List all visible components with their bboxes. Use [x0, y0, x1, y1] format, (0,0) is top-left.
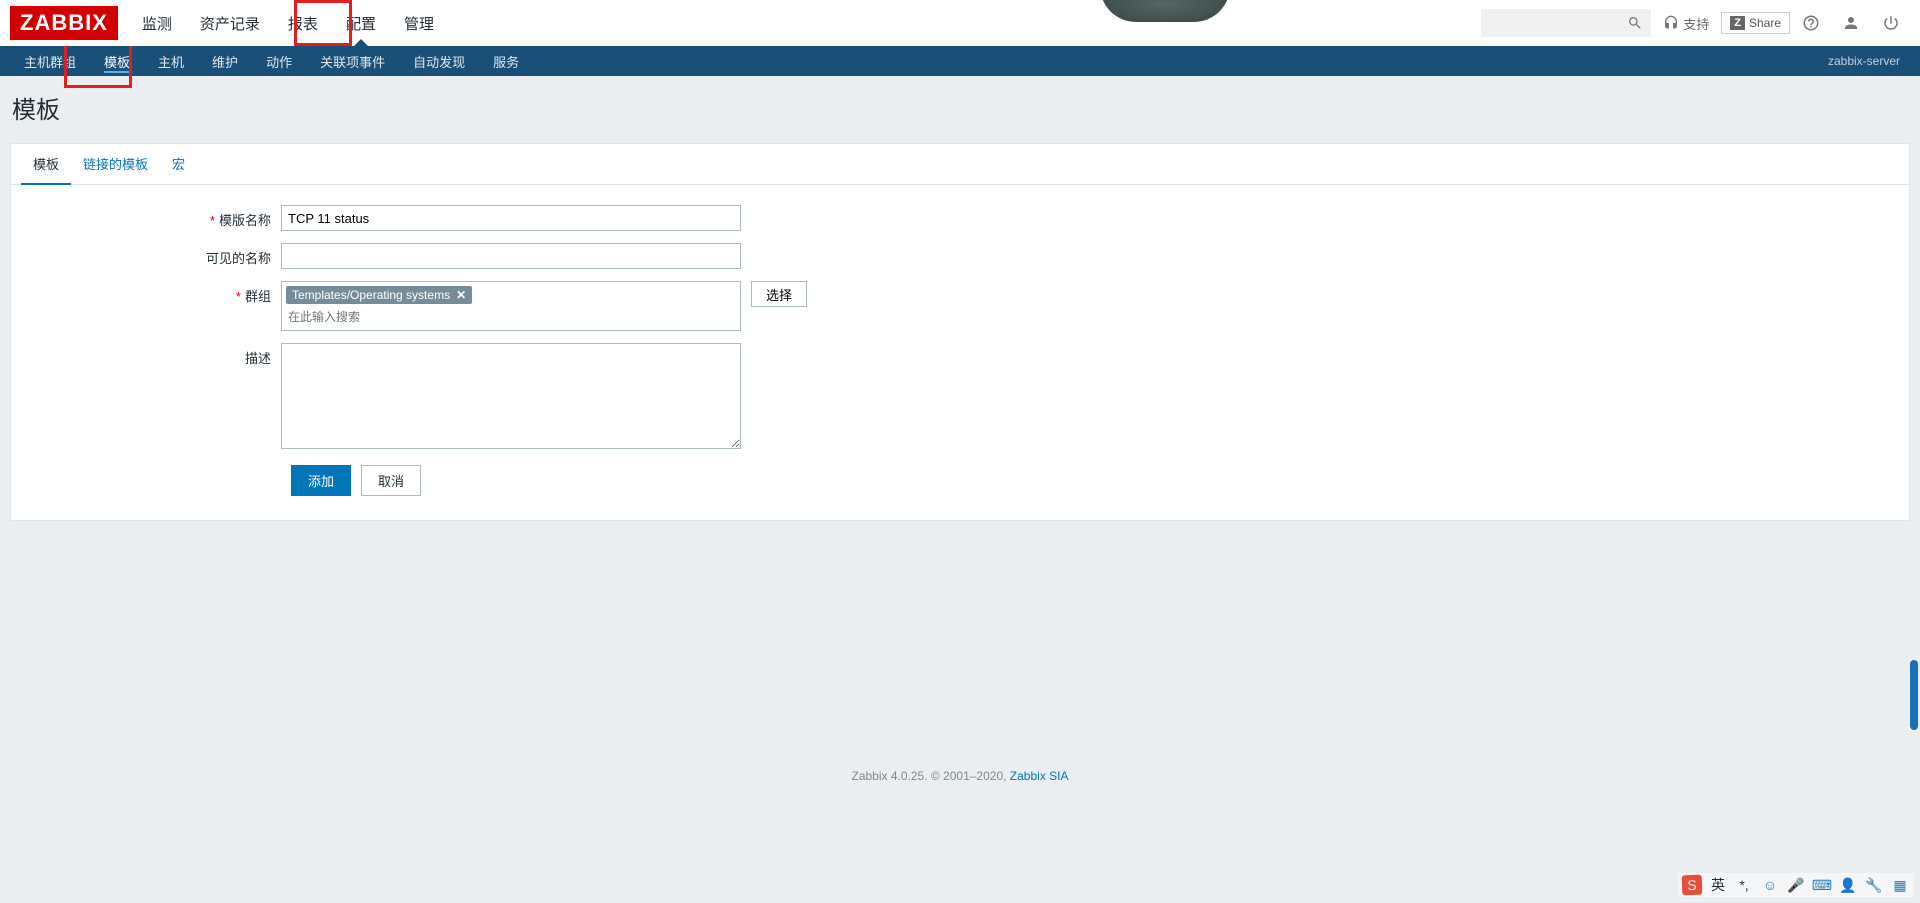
visible-name-label: 可见的名称 — [31, 243, 281, 267]
search-icon — [1627, 15, 1643, 31]
top-menu-administration[interactable]: 管理 — [390, 0, 448, 46]
description-textarea[interactable] — [281, 343, 741, 449]
ime-mic-icon[interactable]: 🎤 — [1786, 875, 1806, 895]
ime-emoji-icon[interactable]: ☺ — [1760, 875, 1780, 895]
groups-tag[interactable]: Templates/Operating systems ✕ — [286, 286, 472, 304]
footer-text: Zabbix 4.0.25. © 2001–2020, — [852, 769, 1010, 783]
ime-lang[interactable]: 英 — [1708, 875, 1728, 895]
sub-nav: 主机群组 模板 主机 维护 动作 关联项事件 自动发现 服务 zabbix-se… — [0, 46, 1920, 76]
top-menu: 监测 资产记录 报表 配置 管理 — [128, 0, 448, 46]
tabs: 模板 链接的模板 宏 — [11, 144, 1909, 185]
top-menu-inventory[interactable]: 资产记录 — [186, 0, 274, 46]
groups-label: *群组 — [31, 281, 281, 305]
server-name: zabbix-server — [1828, 54, 1910, 68]
tab-template[interactable]: 模板 — [21, 144, 71, 185]
scrollbar-thumb[interactable] — [1910, 660, 1918, 730]
search-input[interactable] — [1481, 9, 1651, 37]
logout-button[interactable] — [1872, 8, 1910, 38]
ime-taskbar: S 英 *, ☺ 🎤 ⌨ 👤 🔧 ▦ — [1678, 873, 1914, 897]
footer-link[interactable]: Zabbix SIA — [1010, 769, 1069, 783]
groups-search-input[interactable] — [286, 308, 736, 326]
support-label: 支持 — [1683, 14, 1709, 33]
groups-select-button[interactable]: 选择 — [751, 281, 807, 307]
help-button[interactable] — [1792, 8, 1830, 38]
add-button[interactable]: 添加 — [291, 465, 351, 496]
user-button[interactable] — [1832, 8, 1870, 38]
cancel-button[interactable]: 取消 — [361, 465, 421, 496]
user-icon — [1842, 14, 1860, 32]
description-label: 描述 — [31, 343, 281, 367]
top-nav: ZABBIX 监测 资产记录 报表 配置 管理 支持 Z Share — [0, 0, 1920, 46]
groups-tag-remove-icon[interactable]: ✕ — [456, 288, 466, 302]
logo[interactable]: ZABBIX — [10, 6, 118, 40]
ime-logo-icon[interactable]: S — [1682, 875, 1703, 896]
question-icon — [1802, 14, 1820, 32]
sub-menu-actions[interactable]: 动作 — [252, 46, 306, 76]
headset-icon — [1663, 15, 1679, 31]
template-name-input[interactable] — [281, 205, 741, 231]
share-z-icon: Z — [1730, 16, 1745, 30]
power-icon — [1882, 14, 1900, 32]
top-right: 支持 Z Share — [1481, 8, 1910, 39]
ime-grid-icon[interactable]: ▦ — [1890, 875, 1910, 895]
tab-linked-templates[interactable]: 链接的模板 — [71, 144, 160, 184]
top-menu-monitoring[interactable]: 监测 — [128, 0, 186, 46]
ime-tool-icon[interactable]: 🔧 — [1864, 875, 1884, 895]
sub-menu-services[interactable]: 服务 — [479, 46, 533, 76]
annotation-highlight-config — [294, 0, 352, 46]
template-name-label: *模版名称 — [31, 205, 281, 229]
visible-name-input[interactable] — [281, 243, 741, 269]
sub-menu-hosts[interactable]: 主机 — [144, 46, 198, 76]
overlay-bubble — [1100, 0, 1230, 22]
groups-multiselect[interactable]: Templates/Operating systems ✕ — [281, 281, 741, 331]
sub-menu-discovery[interactable]: 自动发现 — [399, 46, 479, 76]
ime-punct-icon[interactable]: *, — [1734, 875, 1754, 895]
tab-macros[interactable]: 宏 — [160, 144, 197, 184]
footer: Zabbix 4.0.25. © 2001–2020, Zabbix SIA — [0, 529, 1920, 803]
groups-tag-label: Templates/Operating systems — [292, 288, 450, 302]
content-panel: 模板 链接的模板 宏 *模版名称 可见的名称 *群组 Templates/Ope… — [10, 143, 1910, 521]
sub-menu-correlation[interactable]: 关联项事件 — [306, 46, 399, 76]
sub-menu-maintenance[interactable]: 维护 — [198, 46, 252, 76]
annotation-highlight-templates — [64, 46, 132, 88]
page-title: 模板 — [0, 76, 1920, 135]
ime-user-icon[interactable]: 👤 — [1838, 875, 1858, 895]
share-button[interactable]: Z Share — [1721, 12, 1790, 34]
template-form: *模版名称 可见的名称 *群组 Templates/Operating syst… — [11, 185, 1909, 520]
share-label: Share — [1749, 16, 1781, 30]
ime-keyboard-icon[interactable]: ⌨ — [1812, 875, 1832, 895]
support-button[interactable]: 支持 — [1653, 8, 1719, 39]
